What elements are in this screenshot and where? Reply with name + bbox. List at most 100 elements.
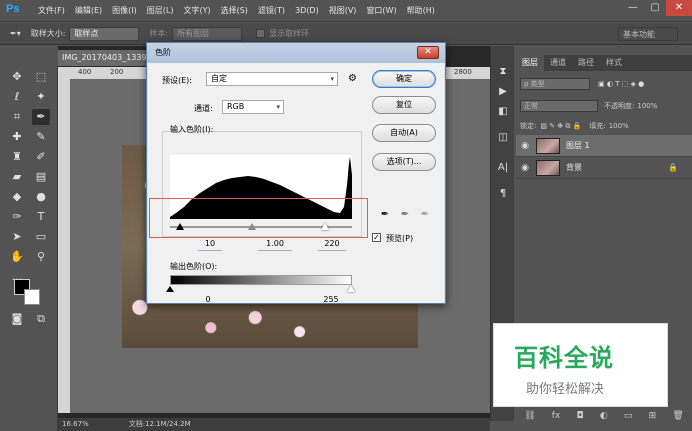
quick-mask-icon[interactable]: ◙ bbox=[8, 311, 26, 327]
menu-help[interactable]: 帮助(H) bbox=[407, 5, 435, 16]
zoom-tool-icon[interactable]: ⚲ bbox=[32, 249, 50, 265]
hand-tool-icon[interactable]: ✋ bbox=[8, 249, 26, 265]
new-group-icon[interactable]: ▭ bbox=[624, 411, 633, 427]
workspace-select[interactable]: 基本功能 bbox=[618, 27, 678, 41]
delete-layer-icon[interactable]: 🗑 bbox=[672, 411, 683, 427]
eye-icon[interactable]: ◉ bbox=[516, 163, 534, 173]
preset-select[interactable]: 自定 ▾ bbox=[206, 72, 338, 86]
preset-options-gear-icon[interactable]: ⚙ bbox=[348, 73, 357, 84]
layer-thumbnail bbox=[536, 159, 560, 176]
filter-icons[interactable]: ▣ ◐ T ⬚ ◈ ● bbox=[598, 80, 644, 88]
white-eyedropper-icon[interactable]: ✒ bbox=[418, 209, 432, 223]
tab-channels[interactable]: 通道 bbox=[544, 55, 572, 71]
eye-icon[interactable]: ◉ bbox=[516, 141, 534, 151]
stamp-tool-icon[interactable]: ♜ bbox=[8, 149, 26, 165]
layer-filter-row: ρ 类型 ▣ ◐ T ⬚ ◈ ● bbox=[520, 77, 688, 91]
paragraph-panel-icon[interactable]: ¶ bbox=[495, 186, 511, 202]
dodge-tool-icon[interactable]: ● bbox=[32, 189, 50, 205]
crop-tool-icon[interactable]: ⌗ bbox=[8, 109, 26, 125]
menu-select[interactable]: 选择(S) bbox=[221, 5, 248, 16]
auto-button[interactable]: 自动(A) bbox=[372, 124, 436, 142]
menu-layer[interactable]: 图层(L) bbox=[147, 5, 174, 16]
shape-tool-icon[interactable]: ▭ bbox=[32, 229, 50, 245]
menu-window[interactable]: 窗口(W) bbox=[366, 5, 396, 16]
screen-mode-icon[interactable]: ⧉ bbox=[32, 311, 50, 327]
options-button[interactable]: 选项(T)... bbox=[372, 153, 436, 171]
lasso-tool-icon[interactable]: ℓ bbox=[8, 89, 26, 105]
menu-3d[interactable]: 3D(D) bbox=[295, 6, 319, 15]
preset-label: 预设(E): bbox=[162, 76, 192, 85]
input-white-field[interactable]: 220 bbox=[318, 239, 346, 251]
black-eyedropper-icon[interactable]: ✒ bbox=[378, 209, 392, 223]
tab-paths[interactable]: 路径 bbox=[572, 55, 600, 71]
blur-tool-icon[interactable]: ◆ bbox=[8, 189, 26, 205]
layer-name: 背景 bbox=[566, 163, 582, 172]
menu-view[interactable]: 视图(V) bbox=[329, 5, 357, 16]
output-white-slider[interactable] bbox=[347, 286, 355, 292]
show-ring-checkbox[interactable] bbox=[256, 29, 266, 38]
dialog-body: 预设(E): 自定 ▾ ⚙ 通道: RGB ▾ 输入色阶(I): 10 1.00… bbox=[148, 63, 444, 304]
path-select-icon[interactable]: ➤ bbox=[8, 229, 26, 245]
layer-row-layer1[interactable]: ◉ 图层 1 bbox=[516, 135, 692, 157]
input-black-field[interactable]: 10 bbox=[198, 239, 222, 251]
output-black-slider[interactable] bbox=[166, 286, 174, 292]
eyedropper-tool-icon[interactable]: ✒▾ bbox=[10, 29, 21, 38]
maximize-button[interactable]: ▢ bbox=[644, 0, 666, 16]
menu-type[interactable]: 文字(Y) bbox=[183, 5, 210, 16]
blend-row: 正常 不透明度: 100% bbox=[520, 99, 688, 113]
gray-eyedropper-icon[interactable]: ✒ bbox=[398, 209, 412, 223]
fx-icon[interactable]: fx bbox=[552, 411, 561, 427]
character-panel-icon[interactable]: A| bbox=[495, 160, 511, 176]
history-panel-icon[interactable]: ⧗ bbox=[495, 64, 511, 80]
tab-styles[interactable]: 样式 bbox=[600, 55, 628, 71]
ok-button[interactable]: 确定 bbox=[372, 70, 436, 88]
channel-select[interactable]: RGB ▾ bbox=[222, 100, 284, 114]
menu-image[interactable]: 图像(I) bbox=[112, 5, 137, 16]
dialog-title: 色阶 bbox=[147, 43, 445, 63]
tab-layers[interactable]: 图层 bbox=[516, 55, 544, 71]
sample-size-select[interactable]: 取样点 bbox=[69, 26, 140, 41]
close-button[interactable]: ✕ bbox=[666, 0, 692, 16]
background-color-swatch[interactable] bbox=[24, 289, 40, 305]
properties-panel-icon[interactable]: ◧ bbox=[495, 104, 511, 120]
layer-filter-select[interactable]: ρ 类型 bbox=[520, 78, 590, 90]
link-layers-icon[interactable]: ⛓ bbox=[524, 411, 535, 427]
reset-button[interactable]: 复位 bbox=[372, 96, 436, 114]
sample-select[interactable]: 所有图层 bbox=[172, 26, 243, 41]
menu-file[interactable]: 文件(F) bbox=[38, 5, 65, 16]
add-mask-icon[interactable]: ◘ bbox=[576, 411, 583, 427]
layers-panel-tabs: 图层 通道 路径 样式 bbox=[516, 55, 692, 71]
output-white-field[interactable]: 255 bbox=[318, 295, 344, 307]
move-tool-icon[interactable]: ✥ bbox=[8, 69, 26, 85]
dialog-close-button[interactable]: ✕ bbox=[417, 46, 439, 59]
menu-filter[interactable]: 滤镜(T) bbox=[258, 5, 285, 16]
fill-value[interactable]: 100% bbox=[609, 122, 629, 130]
input-levels-label: 输入色阶(I): bbox=[170, 125, 214, 134]
history-brush-icon[interactable]: ✐ bbox=[32, 149, 50, 165]
lock-icons[interactable]: ▨ ✎ ✥ ⧉ 🔒 bbox=[540, 122, 581, 131]
new-layer-icon[interactable]: ⊞ bbox=[649, 411, 657, 427]
gradient-tool-icon[interactable]: ▤ bbox=[32, 169, 50, 185]
brush-tool-icon[interactable]: ✎ bbox=[32, 129, 50, 145]
actions-panel-icon[interactable]: ▶ bbox=[495, 84, 511, 100]
healing-tool-icon[interactable]: ✚ bbox=[8, 129, 26, 145]
opacity-value[interactable]: 100% bbox=[637, 102, 657, 110]
adjustment-layer-icon[interactable]: ◐ bbox=[600, 411, 608, 427]
layer-row-background[interactable]: ◉ 背景 🔒 bbox=[516, 157, 692, 179]
preview-checkbox[interactable]: ✓ bbox=[372, 233, 381, 242]
blend-mode-select[interactable]: 正常 bbox=[520, 100, 598, 112]
menu-edit[interactable]: 编辑(E) bbox=[75, 5, 102, 16]
output-black-field[interactable]: 0 bbox=[196, 295, 220, 307]
zoom-level[interactable]: 16.67% bbox=[62, 418, 89, 431]
pen-tool-icon[interactable]: ✑ bbox=[8, 209, 26, 225]
opacity-label: 不透明度: bbox=[604, 102, 635, 110]
eyedropper-icon[interactable]: ✒ bbox=[32, 109, 50, 125]
adjustments-panel-icon[interactable]: ◫ bbox=[495, 130, 511, 146]
lock-row: 锁定: ▨ ✎ ✥ ⧉ 🔒 填充: 100% bbox=[520, 119, 688, 133]
eraser-tool-icon[interactable]: ▰ bbox=[8, 169, 26, 185]
type-tool-icon[interactable]: T bbox=[32, 209, 50, 225]
minimize-button[interactable]: — bbox=[622, 0, 644, 16]
magic-wand-tool-icon[interactable]: ✦ bbox=[32, 89, 50, 105]
input-gamma-field[interactable]: 1.00 bbox=[258, 239, 292, 251]
marquee-tool-icon[interactable]: ⬚ bbox=[32, 69, 50, 85]
